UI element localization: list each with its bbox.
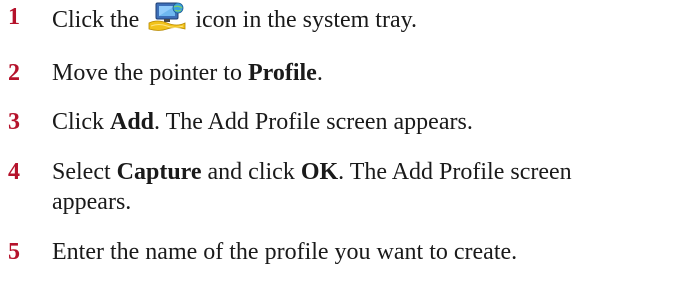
step-text: Select Capture and click OK. The Add Pro… bbox=[52, 157, 687, 217]
step-text-bold-2: OK bbox=[300, 159, 339, 185]
step-number: 1 bbox=[8, 4, 20, 30]
network-tray-icon bbox=[147, 2, 187, 32]
step-text-after: . The Add Profile screen bbox=[338, 159, 572, 185]
step-text-after: . bbox=[316, 60, 323, 86]
step-text-after: icon in the system tray. bbox=[195, 7, 418, 33]
step-text-bold: Profile bbox=[247, 60, 317, 86]
step-text-line-2: appears. bbox=[52, 189, 132, 215]
step-number: 2 bbox=[8, 60, 20, 86]
step-text-before: Select bbox=[52, 159, 111, 185]
step-number: 4 bbox=[8, 159, 20, 185]
step-text: Move the pointer to Profile. bbox=[52, 58, 687, 88]
step-text-before: Move the pointer to bbox=[52, 60, 242, 86]
step-text-after: . The Add Profile screen appears. bbox=[154, 109, 473, 135]
step-number: 3 bbox=[8, 109, 20, 135]
step-text: Click Add. The Add Profile screen appear… bbox=[52, 107, 687, 137]
step-text-before: Enter the name of the profile you want t… bbox=[52, 239, 518, 265]
step-text-middle: and click bbox=[207, 159, 295, 185]
instruction-steps: 1 Click the icon in the system tray. 2 M… bbox=[0, 0, 692, 281]
step-number: 5 bbox=[8, 239, 20, 265]
step-text: Enter the name of the profile you want t… bbox=[52, 237, 687, 267]
step-text-before: Click the bbox=[52, 7, 140, 33]
step-text-bold: Capture bbox=[116, 159, 202, 185]
step-text-bold: Add bbox=[110, 109, 155, 135]
step-text-before: Click bbox=[52, 109, 104, 135]
step-text: Click the icon in the system tray. bbox=[52, 2, 687, 35]
